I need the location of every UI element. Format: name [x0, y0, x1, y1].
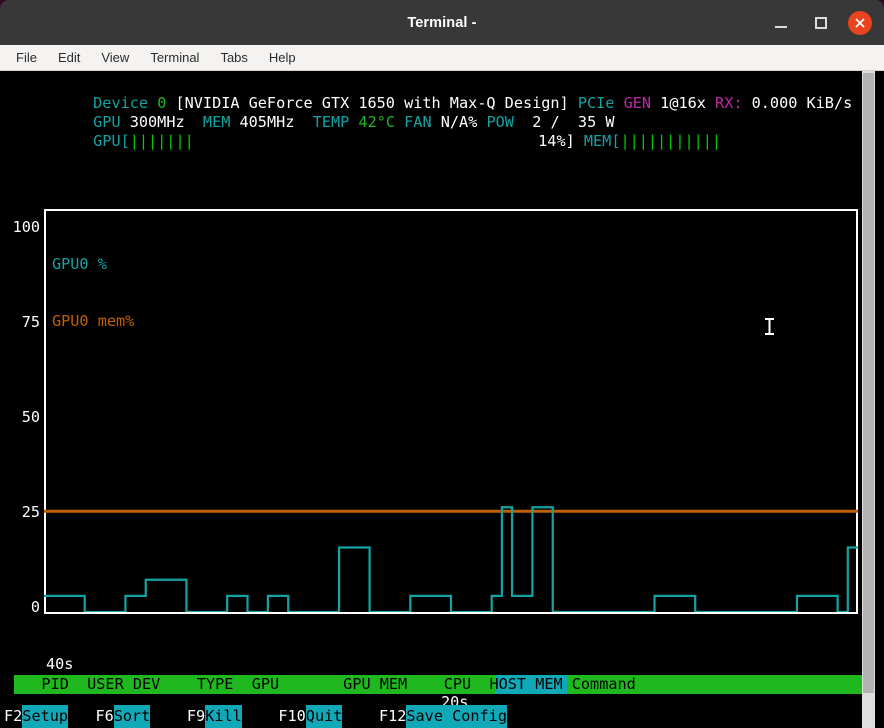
text-cursor	[682, 300, 775, 357]
terminal-content[interactable]: Device 0 [NVIDIA GeForce GTX 1650 with M…	[0, 71, 884, 728]
x-axis-labels: 40s 30s 20s 10s 0s	[0, 617, 884, 637]
fkey-f6-num: F6	[95, 705, 113, 728]
fkey-f12-label[interactable]: Save Config	[406, 705, 507, 728]
table-header-text: PID USER DEV TYPE GPU GPU MEM CPU HOST M…	[14, 675, 636, 694]
plot-lines	[44, 209, 858, 612]
fkey-f10-label[interactable]: Quit	[306, 705, 343, 728]
menu-item-tabs[interactable]: Tabs	[220, 45, 247, 71]
y-tick-100: 100	[0, 218, 40, 237]
nvtop-ui: Device 0 [NVIDIA GeForce GTX 1650 with M…	[0, 71, 884, 728]
fkey-f6-label[interactable]: Sort	[114, 705, 151, 728]
menu-bar: File Edit View Terminal Tabs Help	[0, 45, 884, 71]
terminal-window: Terminal - File Edit View Terminal Tabs …	[0, 0, 884, 728]
window-title: Terminal -	[407, 15, 476, 31]
table-header-row: PID USER DEV TYPE GPU GPU MEM CPU HOST M…	[0, 675, 884, 694]
x-axis-line	[44, 612, 858, 614]
maximize-icon[interactable]	[808, 10, 834, 36]
fkey-f9-label[interactable]: Kill	[205, 705, 242, 728]
fkey-f10-num: F10	[278, 705, 305, 728]
fkey-f2-num: F2	[4, 705, 22, 728]
menu-item-edit[interactable]: Edit	[58, 45, 80, 71]
fkey-f2-label[interactable]: Setup	[22, 705, 68, 728]
terminal-right-padding	[875, 71, 884, 728]
scrollbar[interactable]	[862, 71, 875, 728]
minimize-icon[interactable]	[768, 10, 794, 36]
menu-item-file[interactable]: File	[16, 45, 37, 71]
title-bar[interactable]: Terminal -	[0, 0, 884, 45]
function-key-bar: F2Setup F6Sort F9Kill F10Quit F12Save Co…	[0, 705, 884, 728]
close-icon[interactable]	[848, 11, 872, 35]
fkey-f9-num: F9	[187, 705, 205, 728]
y-tick-50: 50	[0, 408, 40, 427]
fkey-f12-num: F12	[379, 705, 406, 728]
menu-item-help[interactable]: Help	[269, 45, 296, 71]
menu-item-terminal[interactable]: Terminal	[150, 45, 199, 71]
gpu-usage-chart: 100 75 50 25 0 GPU0 % GPU0 mem% 40s 30s	[0, 71, 884, 728]
chart-legend: GPU0 % GPU0 mem%	[52, 217, 143, 369]
y-tick-0: 0	[0, 598, 40, 617]
scrollbar-thumb[interactable]	[863, 73, 874, 693]
y-tick-25: 25	[0, 503, 40, 522]
menu-item-view[interactable]: View	[101, 45, 129, 71]
legend-item-gpu: GPU0 %	[52, 255, 143, 274]
y-tick-75: 75	[0, 313, 40, 332]
legend-item-gpu-mem: GPU0 mem%	[52, 312, 143, 331]
window-controls	[768, 0, 872, 45]
